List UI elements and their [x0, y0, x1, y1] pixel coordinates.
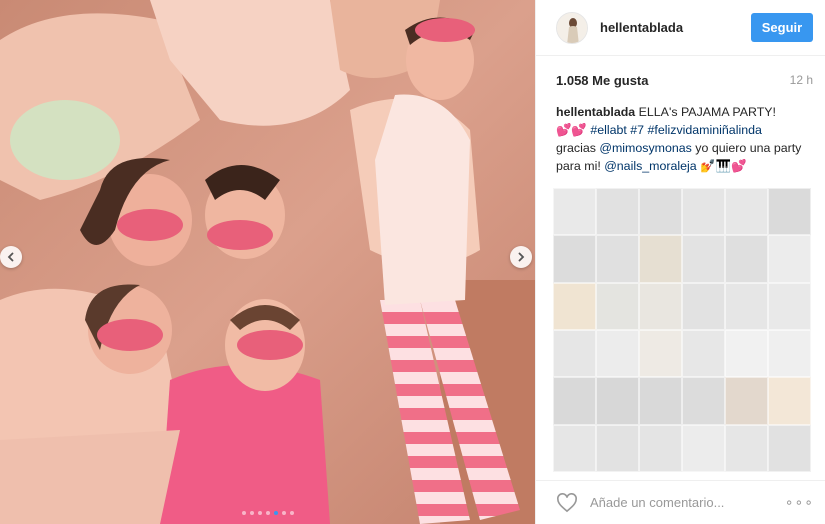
blurred-tile — [553, 329, 596, 378]
blurred-tile — [553, 377, 596, 425]
post-photo[interactable] — [0, 0, 535, 524]
chevron-left-icon — [7, 252, 14, 262]
blurred-tile — [596, 377, 639, 425]
blurred-tile — [768, 235, 811, 283]
caption-text: gracias — [556, 141, 600, 155]
blurred-tile — [553, 424, 596, 472]
blurred-tile — [596, 282, 639, 330]
carousel-indicator — [0, 509, 535, 517]
blurred-tile — [682, 235, 725, 283]
blurred-tile — [682, 424, 725, 472]
hashtag-7[interactable]: #7 — [630, 123, 644, 137]
blurred-tile — [725, 329, 768, 378]
caption-username[interactable]: hellentablada — [556, 105, 635, 119]
blurred-tile — [639, 424, 682, 472]
blurred-tile — [768, 282, 811, 330]
carousel-dot — [281, 511, 286, 515]
post-time[interactable]: 12 h — [790, 73, 813, 87]
blurred-tile — [768, 424, 811, 472]
carousel-dot — [273, 511, 278, 515]
username-link[interactable]: hellentablada — [600, 20, 751, 35]
blurred-comments-area — [553, 188, 811, 472]
avatar-image — [557, 12, 587, 43]
blurred-tile — [768, 377, 811, 425]
avatar[interactable] — [556, 11, 588, 44]
blurred-tile — [596, 235, 639, 283]
blurred-tile — [768, 329, 811, 378]
blurred-tile — [682, 282, 725, 330]
mention-mimosymonas[interactable]: @mimosymonas — [599, 141, 691, 155]
caption-text: ELLA's PAJAMA PARTY! — [638, 105, 776, 119]
blurred-tile — [639, 377, 682, 425]
blurred-tile — [553, 188, 596, 236]
blurred-tile — [725, 235, 768, 283]
mention-nails-moraleja[interactable]: @nails_moraleja — [604, 159, 696, 173]
heart-outline-icon[interactable] — [556, 492, 578, 513]
blurred-tile — [725, 282, 768, 330]
blurred-tile — [596, 188, 639, 236]
hashtag-felizvida[interactable]: #felizvidaminiñalinda — [648, 123, 762, 137]
carousel-dot — [265, 511, 270, 515]
blurred-tile — [725, 377, 768, 425]
photo-illustration — [0, 0, 535, 524]
likes-row: 1.058 Me gusta 12 h — [536, 65, 825, 95]
likes-count[interactable]: 1.058 Me gusta — [556, 73, 649, 88]
caption-emoji: 💕💕 — [556, 123, 587, 137]
previous-slide-button[interactable] — [0, 246, 22, 268]
next-slide-button[interactable] — [510, 246, 532, 268]
carousel-dot — [249, 511, 254, 515]
blurred-tile — [725, 188, 768, 236]
comment-input[interactable] — [590, 495, 785, 510]
blurred-tile — [682, 188, 725, 236]
blurred-tile — [639, 188, 682, 236]
blurred-tile — [639, 282, 682, 330]
post-sidebar: hellentablada Seguir 1.058 Me gusta 12 h… — [535, 0, 825, 524]
chevron-right-icon — [518, 252, 525, 262]
blurred-tile — [639, 235, 682, 283]
blurred-tile — [553, 282, 596, 330]
caption-emoji: 💅🎹💕 — [700, 159, 747, 173]
post-header: hellentablada Seguir — [536, 0, 825, 56]
blurred-tile — [682, 329, 725, 378]
blurred-tile — [596, 329, 639, 378]
blurred-tile — [768, 188, 811, 236]
follow-button[interactable]: Seguir — [751, 13, 813, 42]
comment-bar: ∘∘∘ — [536, 480, 825, 524]
carousel-dot — [257, 511, 262, 515]
blurred-tile — [596, 424, 639, 472]
carousel-dot — [241, 511, 246, 515]
carousel-dot — [289, 511, 294, 515]
blurred-tile — [682, 377, 725, 425]
blurred-tile — [553, 235, 596, 283]
blurred-tile — [725, 424, 768, 472]
blurred-tile — [639, 329, 682, 378]
more-options-icon[interactable]: ∘∘∘ — [785, 494, 814, 511]
post-caption: hellentablada ELLA's PAJAMA PARTY! 💕💕 #e… — [536, 95, 825, 175]
hashtag-ellabt[interactable]: #ellabt — [590, 123, 627, 137]
